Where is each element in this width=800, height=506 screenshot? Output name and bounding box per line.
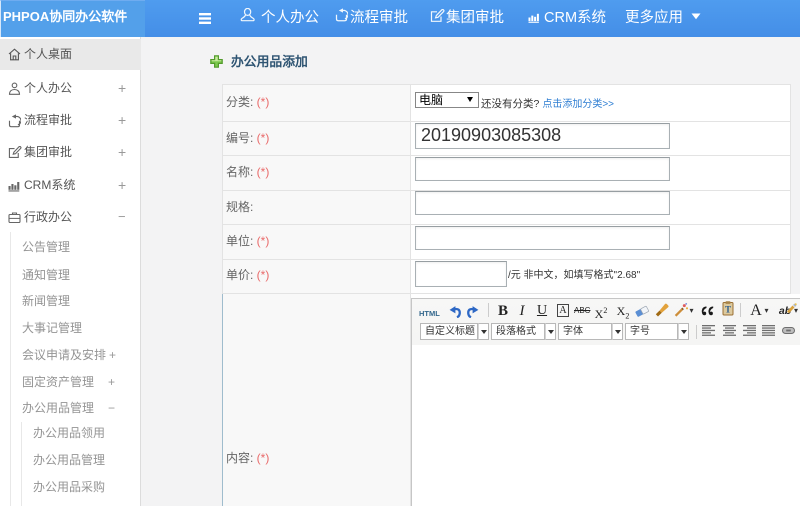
svg-text:T: T <box>725 305 731 315</box>
